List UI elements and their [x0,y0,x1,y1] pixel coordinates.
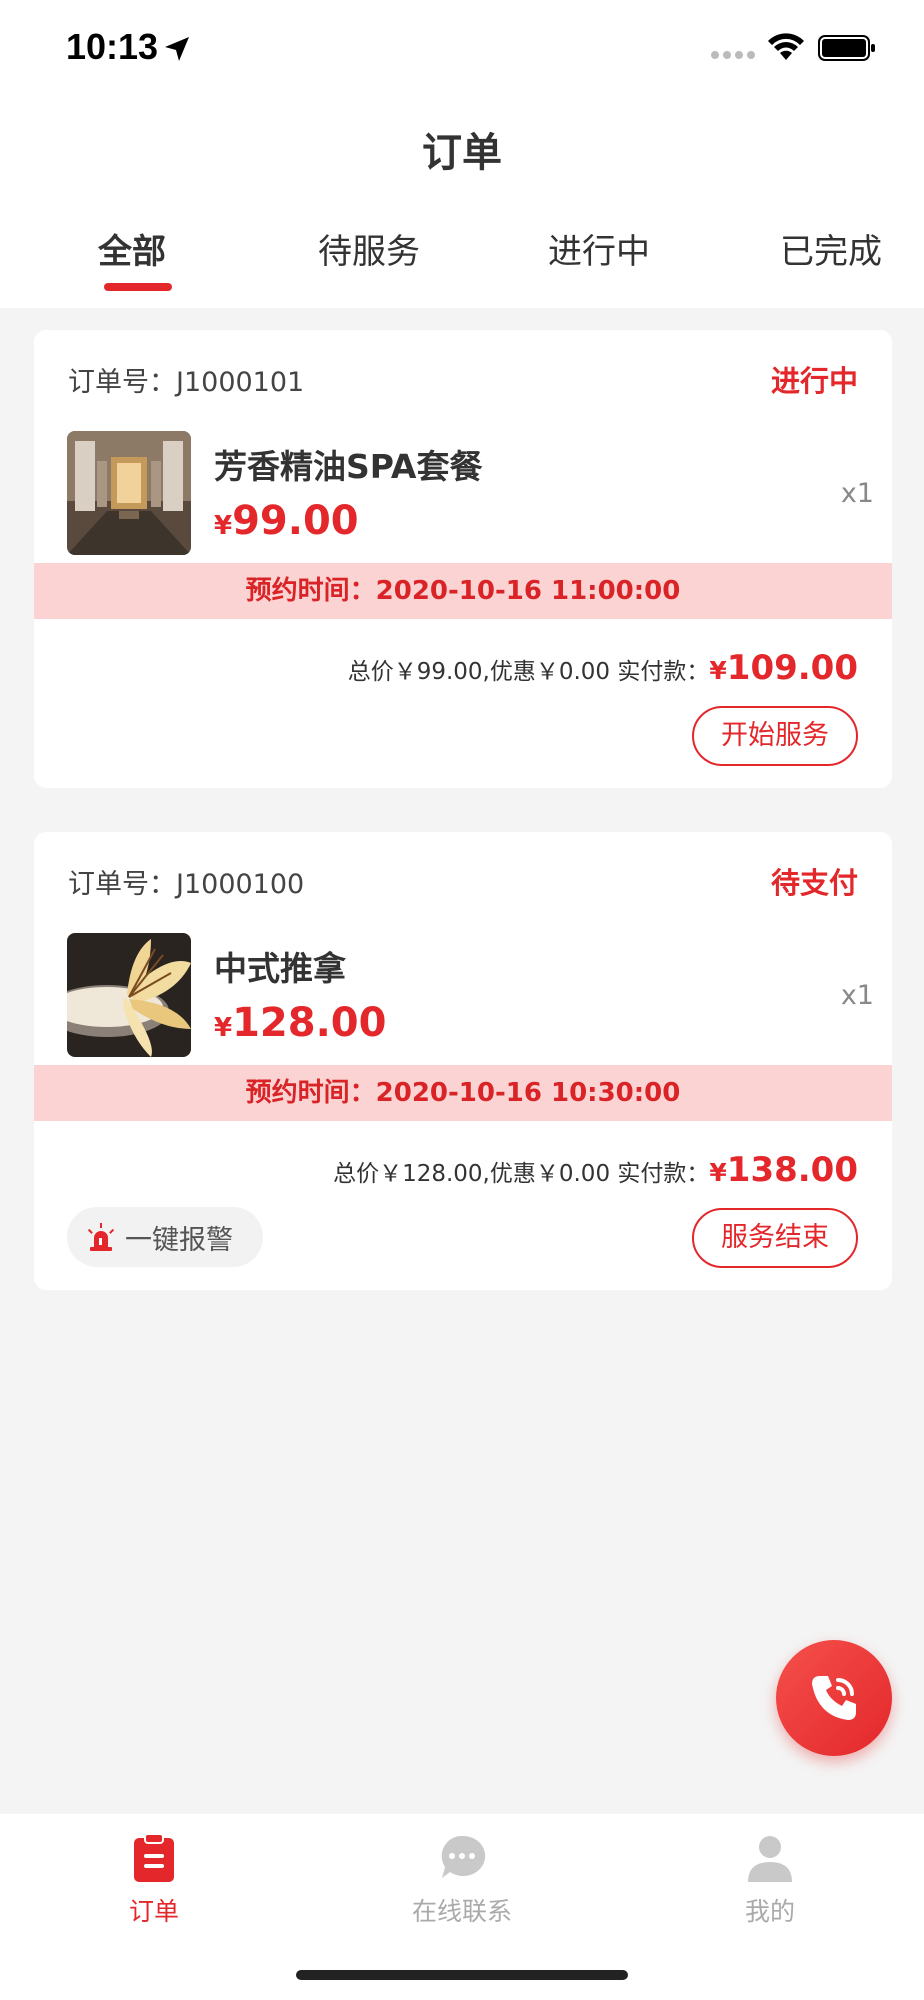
massage-flower-image [67,933,191,1057]
tab-completed[interactable]: 已完成 [780,224,882,294]
nav-item-contact[interactable]: 在线联系 [372,1832,552,1928]
order-number: 订单号：J1000100 [68,869,305,900]
clipboard-icon [134,1833,174,1882]
signal-dots-icon [711,51,755,59]
phone-icon [812,1676,856,1720]
product-name: 芳香精油SPA套餐 [214,447,483,486]
wifi-icon [768,33,804,60]
currency-symbol: ¥ [214,1013,233,1043]
product-price: ¥99.00 [214,498,359,544]
order-card[interactable]: 订单号：J1000101 进行中 芳香精油SPA套餐 ¥99.00 x1 预约时… [34,330,892,788]
header-area: 10:13 订单 全部 待服务 进行中 已完成 [0,0,924,308]
quantity: x1 [840,980,874,1011]
currency-symbol: ¥ [709,1158,727,1187]
product-name: 中式推拿 [214,949,346,988]
tab-pending-service[interactable]: 待服务 [318,224,420,294]
tab-in-progress[interactable]: 进行中 [548,224,650,294]
appointment-time: 预约时间：2020-10-16 10:30:00 [34,1065,892,1121]
start-service-button[interactable]: 开始服务 [692,706,858,766]
home-indicator [296,1970,628,1980]
price-summary: 总价￥99.00,优惠￥0.00 实付款：¥109.00 [348,648,858,688]
nav-item-profile[interactable]: 我的 [680,1832,860,1928]
nav-label-contact: 在线联系 [411,1897,512,1926]
end-service-button[interactable]: 服务结束 [692,1208,858,1268]
call-button[interactable] [776,1640,892,1756]
page-title: 订单 [422,130,502,176]
price-amount: 99.00 [232,498,359,544]
paid-amount: 138.00 [726,1150,858,1190]
product-thumbnail [67,933,191,1057]
order-card[interactable]: 订单号：J1000100 待支付 中式推拿 ¥128.00 x1 预约时间：20… [34,832,892,1290]
currency-symbol: ¥ [214,511,233,541]
quantity: x1 [840,478,874,509]
paid-amount: 109.00 [726,648,858,688]
price-amount: 128.00 [232,1000,387,1046]
price-summary: 总价￥128.00,优惠￥0.00 实付款：¥138.00 [333,1150,858,1190]
product-thumbnail [67,431,191,555]
summary-text: 总价￥99.00,优惠￥0.00 实付款： [347,659,710,685]
location-arrow-icon [165,37,189,61]
battery-icon [818,35,875,61]
summary-text: 总价￥128.00,优惠￥0.00 实付款： [333,1161,710,1187]
spa-room-image [67,431,191,555]
appointment-time: 预约时间：2020-10-16 11:00:00 [34,563,892,619]
currency-symbol: ¥ [709,656,727,685]
nav-label-orders: 订单 [128,1897,179,1926]
product-price: ¥128.00 [214,1000,386,1046]
order-status: 进行中 [770,364,858,398]
nav-item-orders[interactable]: 订单 [64,1832,244,1928]
alarm-label: 一键报警 [125,1224,233,1256]
alarm-siren-icon [87,1223,115,1251]
active-tab-indicator [104,283,172,291]
chat-bubble-icon [441,1835,486,1878]
order-status: 待支付 [770,866,858,900]
nav-label-profile: 我的 [744,1897,795,1926]
person-icon [748,1836,792,1882]
orders-screen: 10:13 订单 全部 待服务 进行中 已完成 订单号：J1000101 进行中… [0,0,924,2000]
order-number: 订单号：J1000101 [68,367,305,398]
status-time: 10:13 [66,26,159,67]
emergency-alarm-button[interactable]: 一键报警 [67,1207,263,1267]
